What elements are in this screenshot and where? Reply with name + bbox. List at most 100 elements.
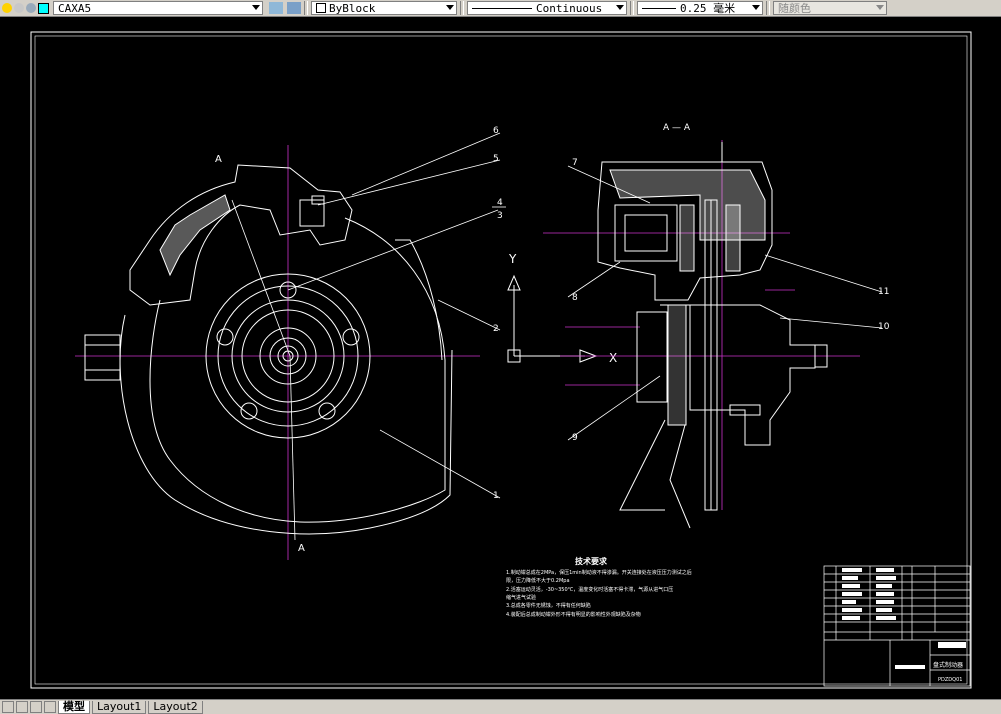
chevron-down-icon (876, 5, 884, 10)
tab-layout1[interactable]: Layout1 (92, 700, 147, 714)
disc-outline (149, 217, 446, 523)
bolt-hole (240, 402, 258, 420)
make-layer-current-icon[interactable] (269, 2, 283, 14)
front-leaders (287, 132, 506, 499)
shield-flange (669, 424, 691, 529)
next-tab-button[interactable] (30, 701, 42, 713)
callout-3: 3 (497, 211, 503, 221)
leader-5 (317, 159, 501, 206)
properties-toolbar: CAXA5 ByBlock Continuous 0.25 毫米 随颜色 (0, 0, 1001, 17)
front-view (75, 145, 480, 560)
leader-10 (779, 317, 883, 329)
color-dropdown[interactable]: ByBlock (311, 1, 457, 15)
leader-3 (287, 209, 499, 291)
cell-text-mark (842, 592, 862, 596)
callout-9: 9 (572, 433, 578, 443)
layer-dropdown[interactable]: CAXA5 (53, 1, 263, 15)
cell-text-mark (842, 568, 862, 572)
cell-text-mark (895, 665, 925, 669)
tech-req-line-5: 3.总成各零件无锈蚀，不得有任何缺陷 (506, 602, 591, 609)
cell-text-mark (842, 576, 858, 580)
ucs-icon (507, 274, 598, 363)
tech-req-line-3: 2.活塞运动灵活，-30~350℃，温度变化时活塞不得卡滞，气源从进气口压 (506, 586, 673, 593)
chevron-down-icon (616, 5, 624, 10)
layer-previous-icon[interactable] (287, 2, 301, 14)
color-swatch (316, 3, 326, 13)
lineweight-preview (642, 7, 676, 9)
tab-layout2[interactable]: Layout2 (148, 700, 203, 714)
tab-model[interactable]: 模型 (58, 700, 90, 714)
section-label-a2: A (298, 543, 305, 554)
lineweight-dropdown[interactable]: 0.25 毫米 (637, 1, 763, 15)
cell-text-mark (842, 608, 862, 612)
title-block-fills (842, 568, 966, 669)
first-tab-button[interactable] (2, 701, 14, 713)
leader-11 (764, 254, 883, 293)
section-label-a1: A (215, 154, 222, 165)
callout-6: 6 (493, 126, 499, 136)
section-view (543, 140, 860, 529)
cell-text-mark (842, 600, 856, 604)
layer-dropdown-value: CAXA5 (58, 1, 92, 15)
plotstyle-dropdown-value: 随颜色 (778, 2, 811, 15)
lock-icon[interactable] (26, 3, 36, 13)
callout-1: 1 (493, 491, 499, 501)
tech-req-block: 1.制动钳总成在2MPa，保压1min制动液不得渗漏。开关连接处在液压压力测试之… (506, 569, 692, 618)
chevron-down-icon (752, 5, 760, 10)
leader-6 (351, 132, 501, 196)
tech-req-line-1: 1.制动钳总成在2MPa，保压1min制动液不得渗漏。开关连接处在液压压力测试之… (506, 569, 692, 576)
tech-req-line-4: 缩气进气试验 (506, 594, 536, 601)
caliper-hatch (159, 194, 231, 277)
tech-req-title: 技术要求 (575, 556, 608, 566)
bolt-hole (216, 328, 234, 346)
layer-icons (0, 1, 49, 15)
plotstyle-dropdown: 随颜色 (773, 1, 887, 15)
shield-edge (395, 239, 443, 361)
outer-pad (725, 204, 741, 272)
toolbar-separator (630, 1, 634, 15)
inner-pad (679, 204, 695, 272)
cell-text-mark (842, 584, 860, 588)
outer-border (30, 31, 972, 689)
axis-x-label: X (609, 351, 617, 365)
cad-drawing: A A 6 5 4 3 2 1 Y X A — A 7 8 9 10 11 技术… (30, 31, 972, 689)
sun-icon[interactable] (14, 3, 24, 13)
leader-2 (437, 299, 501, 331)
cell-text-mark (876, 608, 892, 612)
callout-10: 10 (878, 322, 890, 332)
color-dropdown-value: ByBlock (329, 1, 376, 15)
linetype-dropdown[interactable]: Continuous (467, 1, 627, 15)
lineweight-dropdown-value: 0.25 毫米 (680, 2, 736, 15)
toolbar-separator (460, 1, 464, 15)
callout-8: 8 (572, 293, 578, 303)
title-block-code: PDZDQ01 (938, 677, 962, 683)
shield-outline (119, 314, 453, 535)
toolbar-separator (766, 1, 770, 15)
cell-text-mark (876, 576, 896, 580)
callout-2: 2 (493, 324, 499, 334)
lightbulb-icon[interactable] (2, 3, 12, 13)
linetype-dropdown-value: Continuous (536, 1, 603, 15)
drawing-canvas[interactable]: A A 6 5 4 3 2 1 Y X A — A 7 8 9 10 11 技术… (0, 17, 1001, 699)
toolbar-separator (304, 1, 308, 15)
chevron-down-icon (252, 5, 260, 10)
callout-4: 4 (497, 198, 503, 208)
linetype-preview (472, 7, 532, 9)
chevron-down-icon (446, 5, 454, 10)
bolt-hole (318, 402, 336, 420)
last-tab-button[interactable] (44, 701, 56, 713)
layout-tabs-bar: 模型 Layout1 Layout2 (0, 699, 1001, 714)
leader-1 (379, 429, 501, 499)
cell-text-mark (938, 642, 966, 648)
layer-color-swatch (38, 2, 49, 14)
cell-text-mark (876, 568, 894, 572)
callout-11: 11 (878, 287, 889, 297)
tech-req-line-2: 限，压力降低不大于0.2Mpa (506, 577, 570, 584)
bolt-hole (342, 328, 360, 346)
tech-req-line-6: 4.装配后总成制动钳外形不得有明显的影响性外观缺陷及杂物 (506, 611, 641, 618)
prev-tab-button[interactable] (16, 701, 28, 713)
leader-9 (567, 375, 661, 441)
knuckle-arm (84, 334, 121, 381)
cell-text-mark (876, 616, 896, 620)
shield-section (667, 304, 687, 426)
